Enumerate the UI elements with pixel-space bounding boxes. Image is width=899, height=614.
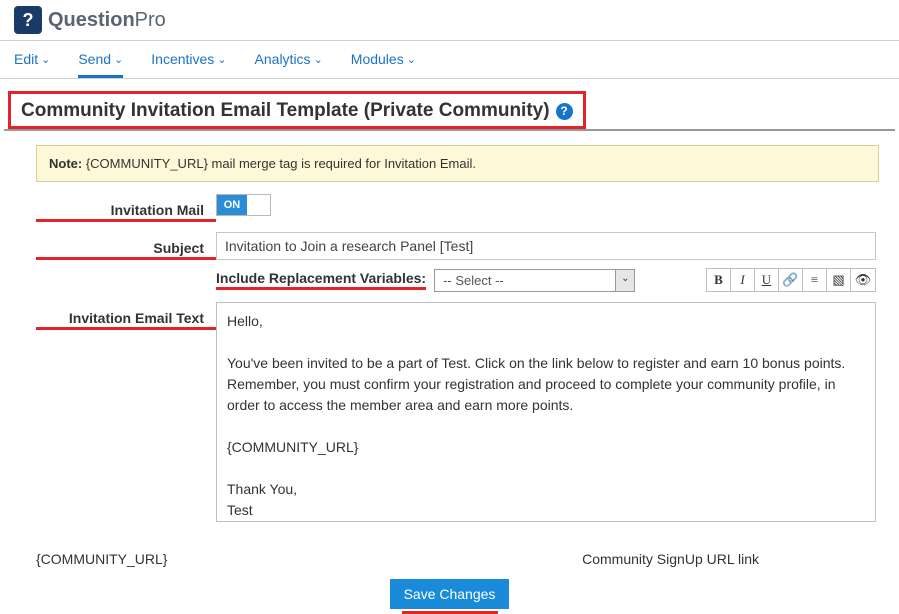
footer-row: {COMMUNITY_URL} Community SignUp URL lin… <box>0 545 899 567</box>
label-email-text: Invitation Email Text <box>36 306 216 330</box>
image-button[interactable]: ▧ <box>827 269 851 291</box>
menu-label: Edit <box>14 51 38 67</box>
menu-send[interactable]: Send⌄ <box>78 41 123 78</box>
chevron-down-icon: ⌄ <box>114 53 123 66</box>
menu-edit[interactable]: Edit⌄ <box>14 41 50 78</box>
underline-button[interactable]: U <box>755 269 779 291</box>
select-placeholder: -- Select -- <box>435 270 615 291</box>
save-changes-button[interactable]: Save Changes <box>390 579 510 609</box>
preview-button[interactable]: 👁 <box>851 269 875 291</box>
chevron-down-icon: ⌄ <box>615 270 634 291</box>
page-title-highlight: Community Invitation Email Template (Pri… <box>8 91 586 129</box>
menu-label: Modules <box>351 51 404 67</box>
note-prefix: Note: <box>49 156 82 171</box>
menubar: Edit⌄ Send⌄ Incentives⌄ Analytics⌄ Modul… <box>0 41 899 79</box>
link-button[interactable]: 🔗 <box>779 269 803 291</box>
menu-modules[interactable]: Modules⌄ <box>351 41 416 78</box>
chevron-down-icon: ⌄ <box>217 53 226 66</box>
menu-label: Analytics <box>255 51 311 67</box>
chevron-down-icon: ⌄ <box>314 53 323 66</box>
align-button[interactable]: ≡ <box>803 269 827 291</box>
label-invitation-mail: Invitation Mail <box>36 198 216 222</box>
email-body-editor[interactable] <box>216 302 876 522</box>
logo-light: Pro <box>135 9 166 32</box>
content: Note: {COMMUNITY_URL} mail merge tag is … <box>0 131 899 545</box>
footer-left: {COMMUNITY_URL} <box>36 551 167 567</box>
row-invitation-mail: Invitation Mail ON <box>36 194 879 222</box>
label-subject: Subject <box>36 236 216 260</box>
logo-text: QuestionPro <box>48 9 166 32</box>
footer-right: Community SignUp URL link <box>582 551 759 567</box>
chevron-down-icon: ⌄ <box>407 53 416 66</box>
toggle-invitation-mail[interactable]: ON <box>216 194 271 216</box>
logo-bold: Question <box>48 9 135 32</box>
toggle-off-space <box>247 195 270 215</box>
menu-label: Send <box>78 51 111 67</box>
italic-button[interactable]: I <box>731 269 755 291</box>
chevron-down-icon: ⌄ <box>41 53 50 66</box>
header: ? QuestionPro <box>0 0 899 41</box>
note-box: Note: {COMMUNITY_URL} mail merge tag is … <box>36 145 879 182</box>
select-replacement-vars[interactable]: -- Select -- ⌄ <box>434 269 635 292</box>
note-text: {COMMUNITY_URL} mail merge tag is requir… <box>82 156 476 171</box>
subject-input[interactable] <box>216 232 876 260</box>
toggle-on-label: ON <box>217 195 247 215</box>
bold-button[interactable]: B <box>707 269 731 291</box>
row-email-text: Invitation Email Text <box>36 302 879 525</box>
save-row: Save Changes <box>0 579 899 614</box>
menu-label: Incentives <box>151 51 214 67</box>
menu-analytics[interactable]: Analytics⌄ <box>255 41 323 78</box>
row-subject: Subject Include Replacement Variables: -… <box>36 232 879 292</box>
page-title: Community Invitation Email Template (Pri… <box>21 100 550 122</box>
editor-toolbar: B I U 🔗 ≡ ▧ 👁 <box>706 268 876 292</box>
logo-mark: ? <box>14 6 42 34</box>
menu-incentives[interactable]: Incentives⌄ <box>151 41 226 78</box>
label-include-vars: Include Replacement Variables: <box>216 270 426 290</box>
help-icon[interactable]: ? <box>556 103 573 120</box>
